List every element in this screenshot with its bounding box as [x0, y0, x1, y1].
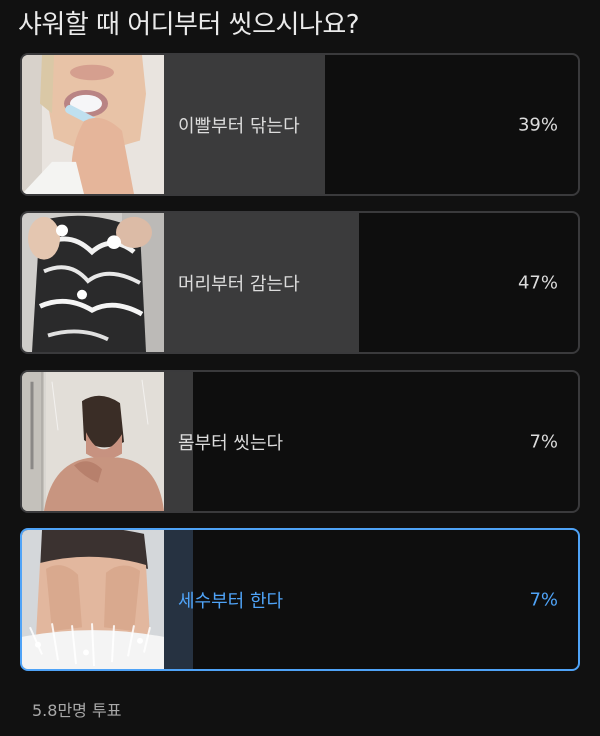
option-label: 세수부터 한다 [178, 590, 284, 612]
option-percent: 7% [529, 431, 558, 452]
result-bar-area: 세수부터 한다 7% [164, 530, 578, 669]
hair-washing-image [22, 213, 164, 352]
poll-option-hair[interactable]: 머리부터 감는다 47% [20, 211, 580, 354]
option-percent: 39% [517, 114, 558, 135]
vote-count: 5.8만명 투표 [32, 701, 122, 720]
result-bar-area: 이빨부터 닦는다 39% [164, 55, 578, 194]
toothbrushing-image [22, 55, 164, 194]
poll-option-teeth[interactable]: 이빨부터 닦는다 39% [20, 53, 580, 196]
face-washing-image [22, 530, 164, 669]
option-label: 머리부터 감는다 [178, 273, 300, 295]
option-percent: 47% [517, 272, 558, 293]
poll-question: 샤워할 때 어디부터 씻으시나요? [18, 10, 360, 40]
result-bar-area: 몸부터 씻는다 7% [164, 372, 578, 511]
poll-option-face[interactable]: 세수부터 한다 7% [20, 528, 580, 671]
poll-option-body[interactable]: 몸부터 씻는다 7% [20, 370, 580, 513]
result-bar-area: 머리부터 감는다 47% [164, 213, 578, 352]
body-shower-image [22, 372, 164, 511]
option-label: 몸부터 씻는다 [178, 432, 284, 454]
option-label: 이빨부터 닦는다 [178, 115, 300, 137]
option-percent: 7% [529, 589, 558, 610]
